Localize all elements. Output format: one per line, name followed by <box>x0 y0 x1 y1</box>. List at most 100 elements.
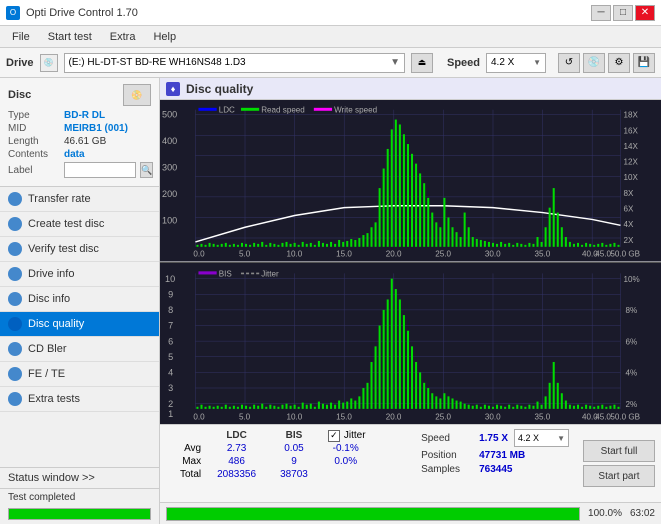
menu-start-test[interactable]: Start test <box>40 29 100 45</box>
menu-file[interactable]: File <box>4 29 38 45</box>
svg-text:50.0 GB: 50.0 GB <box>610 412 640 421</box>
sidebar-item-fe-te[interactable]: FE / TE <box>0 362 159 387</box>
svg-text:12X: 12X <box>624 158 639 167</box>
svg-text:10.0: 10.0 <box>287 250 303 259</box>
disc-contents-row: Contents data <box>8 149 151 160</box>
svg-text:5.0: 5.0 <box>239 250 251 259</box>
extra-tests-label: Extra tests <box>28 393 80 405</box>
speed-position-section: Speed 1.75 X 4.2 X ▼ Position 47731 MB S… <box>413 425 577 502</box>
speed-stat-dropdown[interactable]: 4.2 X ▼ <box>514 429 569 447</box>
svg-text:BIS: BIS <box>219 269 233 278</box>
sidebar-item-cd-bler[interactable]: CD Bler <box>0 337 159 362</box>
status-window-label: Status window >> <box>8 472 95 484</box>
svg-text:8%: 8% <box>626 305 638 314</box>
svg-text:100: 100 <box>162 215 177 225</box>
ldc-chart-svg: 500 400 300 200 100 18X 16X 14X 12X 10X … <box>160 100 661 262</box>
sidebar: Disc 📀 Type BD-R DL MID MEIRB1 (001) Len… <box>0 78 160 524</box>
speed-dropdown[interactable]: 4.2 X ▼ <box>486 53 546 73</box>
disc-quality-header: ♦ Disc quality <box>160 78 661 100</box>
maximize-button[interactable]: □ <box>613 5 633 21</box>
eject-button[interactable]: ⏏ <box>411 53 433 73</box>
app-icon: O <box>6 6 20 20</box>
status-window-button[interactable]: Status window >> <box>0 468 159 489</box>
svg-text:7: 7 <box>168 320 173 330</box>
menu-help[interactable]: Help <box>145 29 184 45</box>
svg-text:10: 10 <box>165 273 175 283</box>
svg-text:35.0: 35.0 <box>534 412 550 421</box>
disc-header-title: Disc <box>8 89 31 101</box>
samples-label: Samples <box>421 464 473 475</box>
sidebar-item-drive-info[interactable]: Drive info <box>0 262 159 287</box>
svg-text:0.0: 0.0 <box>193 412 205 421</box>
bottom-status-bar: 100.0% 63:02 <box>160 502 661 524</box>
svg-text:2X: 2X <box>624 236 635 245</box>
sidebar-item-verify-test-disc[interactable]: Verify test disc <box>0 237 159 262</box>
svg-text:4X: 4X <box>624 220 635 229</box>
svg-text:6X: 6X <box>624 205 635 214</box>
disc-label-input[interactable] <box>64 162 136 178</box>
verify-test-disc-label: Verify test disc <box>28 243 99 255</box>
jitter-checkbox[interactable]: ✓ <box>328 430 340 442</box>
svg-text:50.0 GB: 50.0 GB <box>610 250 640 259</box>
col-ldc: LDC <box>205 429 268 442</box>
close-button[interactable]: ✕ <box>635 5 655 21</box>
bottom-progress-fill <box>167 508 579 520</box>
svg-text:2: 2 <box>168 398 173 408</box>
position-row: Position 47731 MB <box>421 450 569 461</box>
drive-info-label: Drive info <box>28 268 74 280</box>
svg-text:4: 4 <box>168 367 173 377</box>
avg-bis: 0.05 <box>268 442 320 455</box>
transfer-rate-label: Transfer rate <box>28 193 91 205</box>
progress-bar <box>8 508 151 520</box>
minimize-button[interactable]: ─ <box>591 5 611 21</box>
disc-contents-value: data <box>64 149 85 160</box>
sidebar-item-extra-tests[interactable]: Extra tests <box>0 387 159 412</box>
svg-text:300: 300 <box>162 163 177 173</box>
menubar: File Start test Extra Help <box>0 26 661 48</box>
sidebar-item-disc-info[interactable]: Disc info <box>0 287 159 312</box>
svg-text:Read speed: Read speed <box>261 106 305 115</box>
status-text: Test completed <box>0 489 159 506</box>
svg-text:2%: 2% <box>626 399 638 408</box>
create-test-disc-icon <box>8 217 22 231</box>
avg-label: Avg <box>168 442 205 455</box>
disc-type-value: BD-R DL <box>64 110 105 121</box>
disc-info-icon <box>8 292 22 306</box>
speed-value: 4.2 X <box>491 57 514 68</box>
svg-text:45.0: 45.0 <box>595 412 611 421</box>
drive-label: Drive <box>6 57 34 69</box>
svg-text:4%: 4% <box>626 368 638 377</box>
menu-extra[interactable]: Extra <box>102 29 144 45</box>
disc-contents-label: Contents <box>8 149 60 160</box>
bis-chart-svg: 10 9 8 7 6 5 4 3 2 1 10% 8% 6% 4% 2% <box>160 263 661 425</box>
drivebar: Drive 💿 (E:) HL-DT-ST BD-RE WH16NS48 1.D… <box>0 48 661 78</box>
sidebar-item-disc-quality[interactable]: Disc quality <box>0 312 159 337</box>
svg-text:400: 400 <box>162 136 177 146</box>
samples-row: Samples 763445 <box>421 464 569 475</box>
svg-text:30.0: 30.0 <box>485 412 501 421</box>
sidebar-item-transfer-rate[interactable]: Transfer rate <box>0 187 159 212</box>
svg-text:16X: 16X <box>624 126 639 135</box>
disc-quality-icon <box>8 317 22 331</box>
save-button[interactable]: 💾 <box>633 53 655 73</box>
start-full-button[interactable]: Start full <box>583 440 655 462</box>
svg-text:20.0: 20.0 <box>386 412 402 421</box>
extra-tests-icon <box>8 392 22 406</box>
drive-icon: 💿 <box>40 54 58 72</box>
cd-bler-label: CD Bler <box>28 343 67 355</box>
app-title: Opti Drive Control 1.70 <box>26 7 138 19</box>
disc-quality-label: Disc quality <box>28 318 84 330</box>
ldc-chart: 500 400 300 200 100 18X 16X 14X 12X 10X … <box>160 100 661 263</box>
speed-label: Speed <box>447 57 480 69</box>
sidebar-item-create-test-disc[interactable]: Create test disc <box>0 212 159 237</box>
disc-label-icon[interactable]: 🔍 <box>140 162 153 178</box>
refresh-button[interactable]: ↺ <box>558 53 580 73</box>
disc-button[interactable]: 💿 <box>583 53 605 73</box>
settings-button[interactable]: ⚙ <box>608 53 630 73</box>
progress-fill <box>9 509 150 519</box>
drive-dropdown[interactable]: (E:) HL-DT-ST BD-RE WH16NS48 1.D3 ▼ <box>64 53 405 73</box>
start-part-button[interactable]: Start part <box>583 465 655 487</box>
jitter-label: Jitter <box>344 430 366 441</box>
bottom-progress-bar <box>166 507 580 521</box>
max-jitter: 0.0% <box>320 455 374 468</box>
